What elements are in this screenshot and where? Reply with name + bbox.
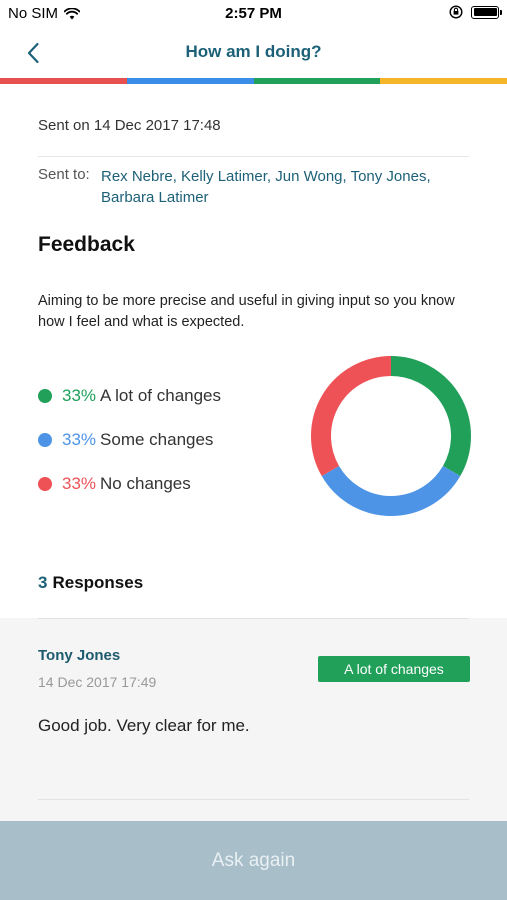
divider xyxy=(38,618,469,619)
legend-label: A lot of changes xyxy=(100,386,222,405)
divider xyxy=(38,156,469,157)
legend-percent: 33% xyxy=(62,430,97,449)
legend-dot-green xyxy=(38,389,52,403)
sent-on: Sent on 14 Dec 2017 17:48 xyxy=(38,117,221,134)
ask-again-button[interactable]: Ask again xyxy=(0,821,507,900)
stripe-red xyxy=(0,78,127,84)
responses-count: 3 xyxy=(38,573,48,592)
chart-legend: 33% A lot of changes 33% Some changes 33… xyxy=(38,374,221,506)
responses-label: Responses xyxy=(52,573,144,592)
legend-dot-red xyxy=(38,477,52,491)
status-right xyxy=(449,5,502,19)
legend-percent: 33% xyxy=(62,474,97,493)
legend-percent: 33% xyxy=(62,386,97,405)
legend-label: Some changes xyxy=(100,430,214,449)
legend-item-a-lot: 33% A lot of changes xyxy=(38,374,221,418)
page-title: How am I doing? xyxy=(185,42,322,61)
stripe-yellow xyxy=(380,78,507,84)
legend-label: No changes xyxy=(100,474,191,493)
response-date: 14 Dec 2017 17:49 xyxy=(38,674,157,690)
response-card[interactable]: Tony Jones 14 Dec 2017 17:49 A lot of ch… xyxy=(0,618,507,821)
legend-item-no: 33% No changes xyxy=(38,462,221,506)
status-bar: No SIM 2:57 PM xyxy=(0,0,507,28)
nav-bar: How am I doing? xyxy=(0,28,507,78)
sent-to-label: Sent to: xyxy=(38,166,90,183)
status-time: 2:57 PM xyxy=(225,5,282,22)
response-author: Tony Jones xyxy=(38,647,121,664)
legend-item-some: 33% Some changes xyxy=(38,418,221,462)
battery-icon xyxy=(471,5,502,19)
donut-slice-no-changes xyxy=(311,356,392,476)
divider xyxy=(38,799,469,800)
stripe-blue xyxy=(126,78,254,84)
legend-dot-blue xyxy=(38,433,52,447)
feedback-description: Aiming to be more precise and useful in … xyxy=(38,293,455,330)
donut-slice-a-lot-of-changes xyxy=(390,356,471,476)
donut-chart xyxy=(311,356,471,516)
responses-heading: 3 Responses xyxy=(38,573,143,593)
color-stripe xyxy=(0,78,507,84)
donut-slice-some-changes xyxy=(321,465,461,516)
sent-to-names[interactable]: Rex Nebre, Kelly Latimer, Jun Wong, Tony… xyxy=(101,166,471,208)
response-comment: Good job. Very clear for me. xyxy=(38,716,250,735)
feedback-title: Feedback xyxy=(38,233,135,256)
response-badge: A lot of changes xyxy=(318,656,470,682)
stripe-green xyxy=(253,78,381,84)
orientation-lock-icon xyxy=(449,5,463,19)
